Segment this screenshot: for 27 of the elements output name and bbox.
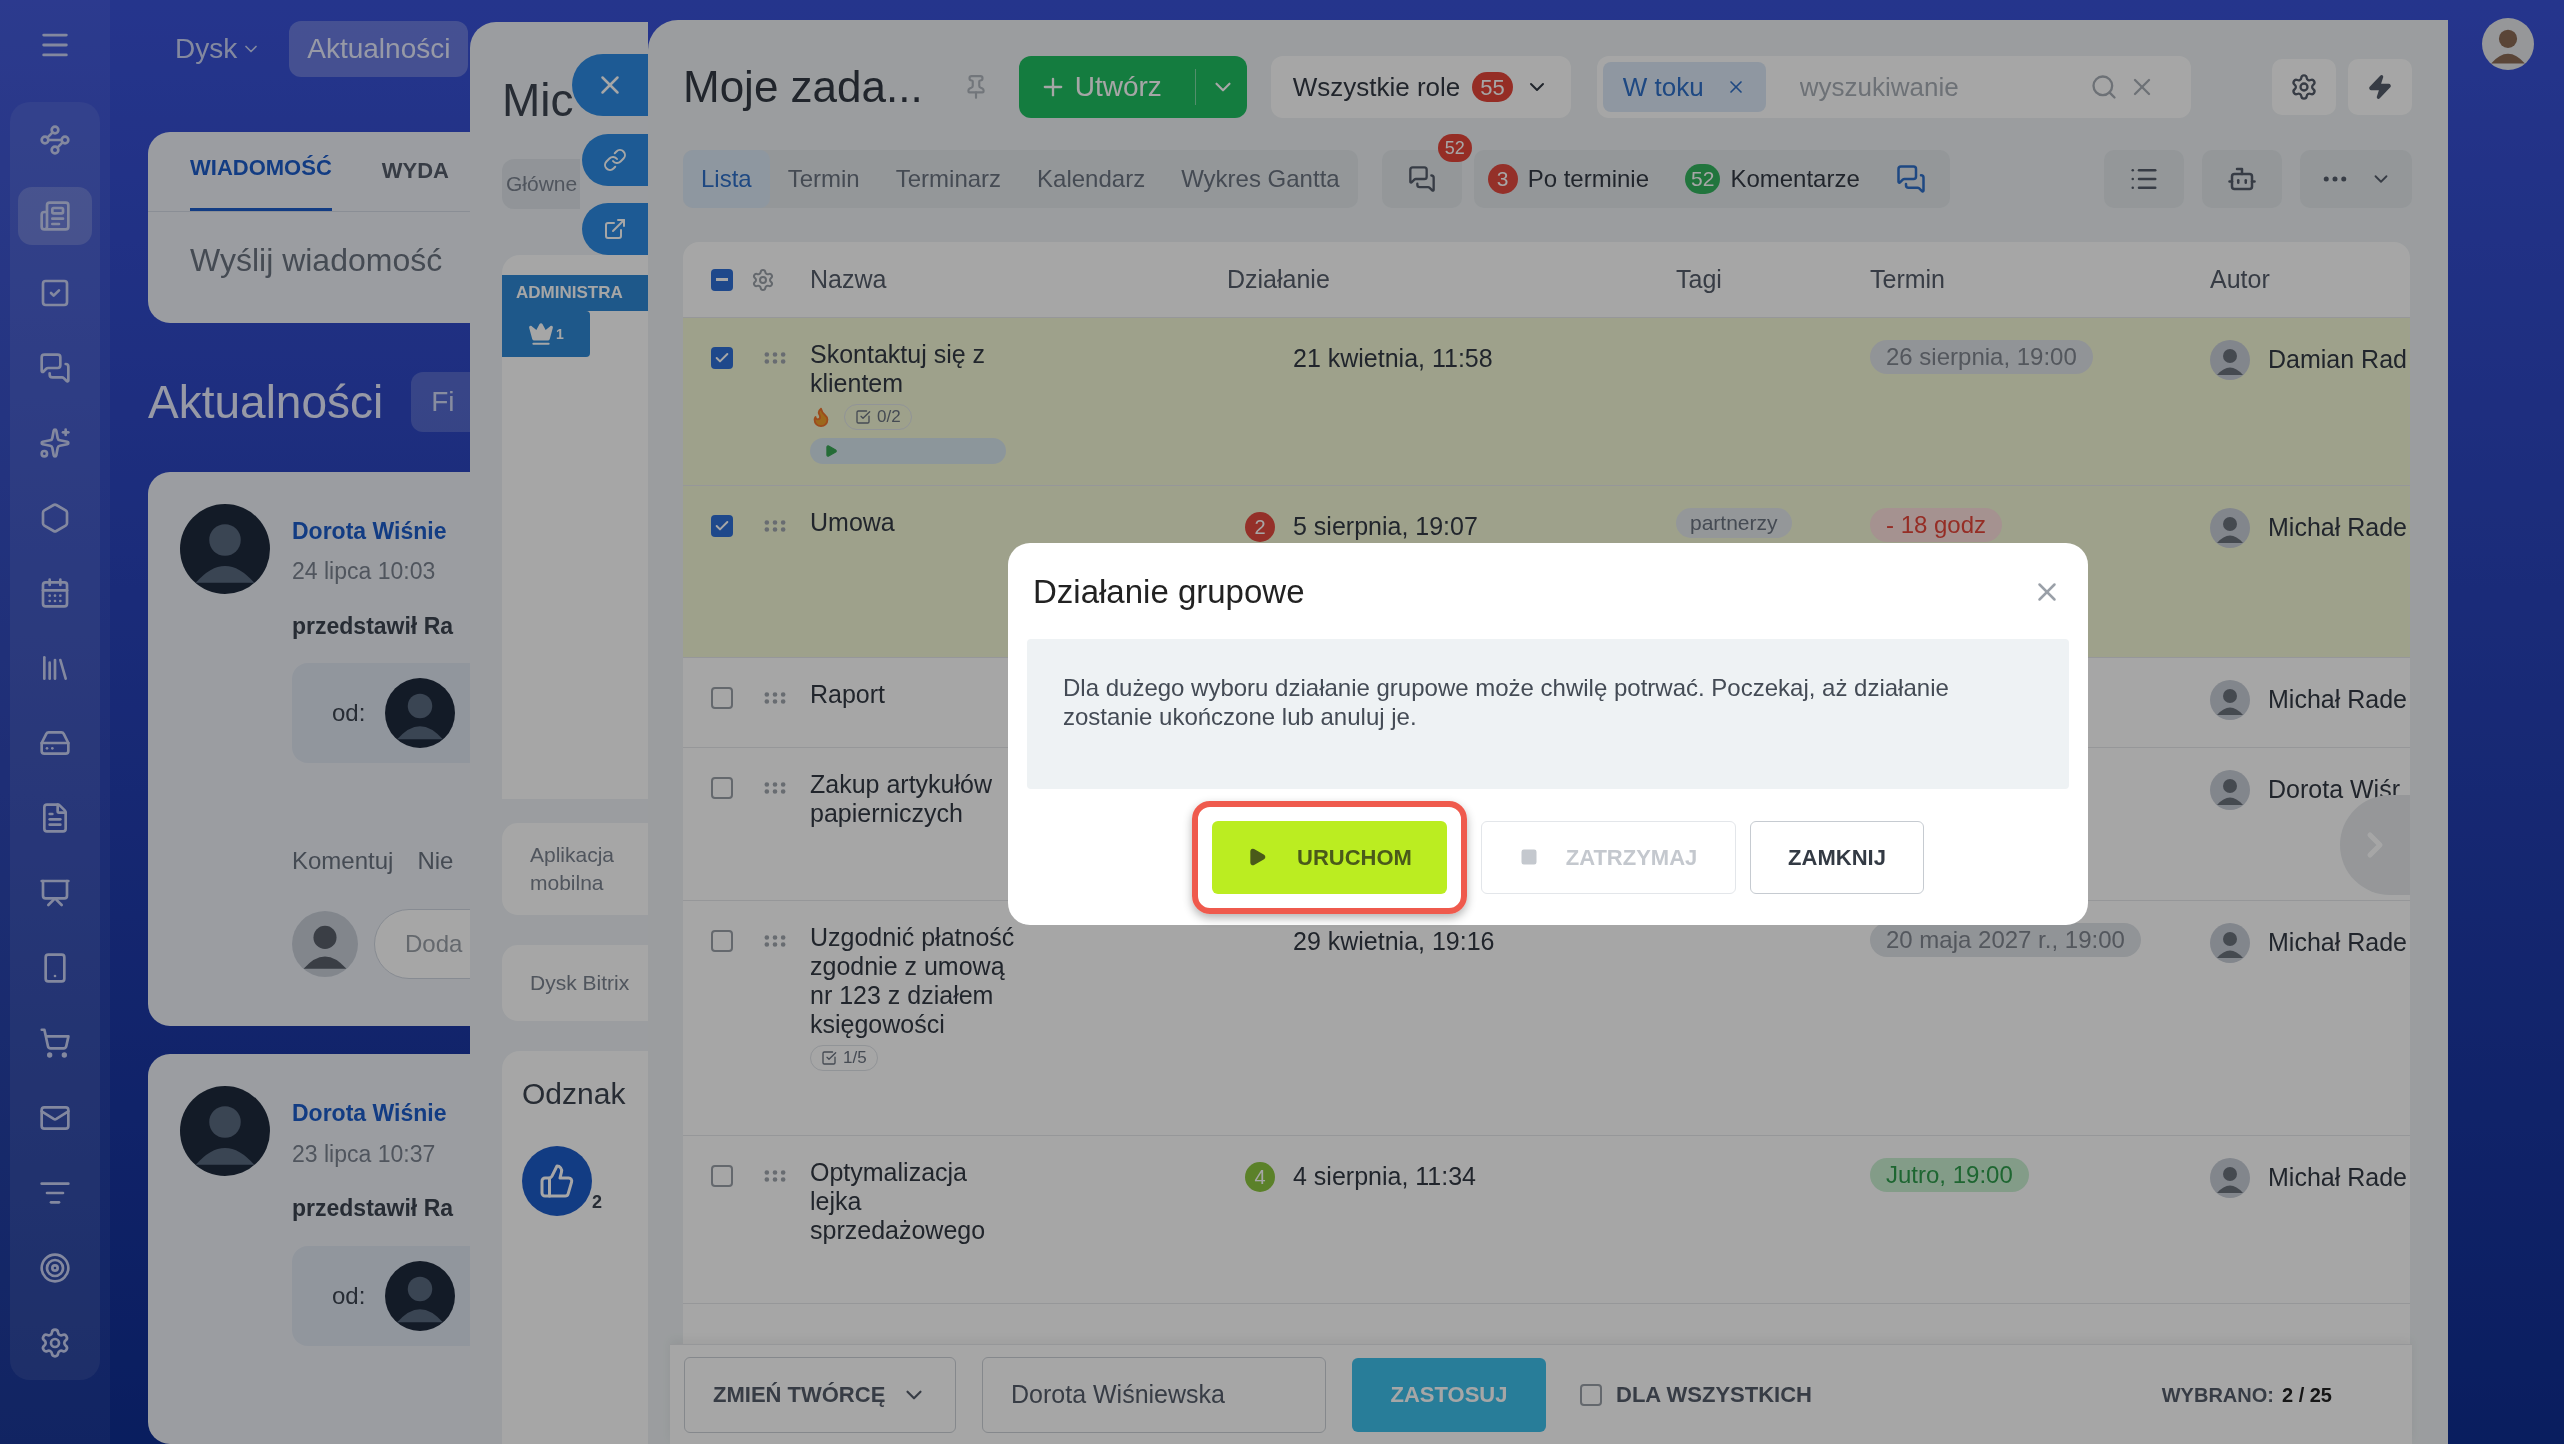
page-title: Moje zada... <box>683 61 923 113</box>
post-date: 24 lipca 10:03 <box>292 557 437 587</box>
activity-date: 4 sierpnia, 11:34 <box>1293 1161 1476 1192</box>
dialog-title: Działanie grupowe <box>1033 572 1305 612</box>
profile-title: Mic <box>502 73 574 128</box>
chat-count: 52 <box>1437 134 1472 162</box>
feed-heading: Aktualności <box>148 374 384 430</box>
activity-counter: 2 <box>1245 511 1275 542</box>
counter-count: 52 <box>1685 164 1721 194</box>
selected-label: WYBRANO: <box>2161 1382 2274 1408</box>
selected-count: 2 / 25 <box>2281 1382 2332 1408</box>
post-date: 23 lipca 10:37 <box>292 1139 437 1169</box>
roles-count: 55 <box>1472 72 1513 102</box>
crown-count: 1 <box>556 324 564 344</box>
role-ribbon: ADMINISTRA <box>502 275 648 311</box>
post-text: przedstawił Ra <box>292 611 454 641</box>
activity-date: 21 kwietnia, 11:58 <box>1293 343 1493 374</box>
post-text: przedstawił Ra <box>292 1194 454 1224</box>
activity-date: 29 kwietnia, 19:16 <box>1293 926 1495 957</box>
counter-count: 3 <box>1487 164 1518 194</box>
badges-title: Odznak <box>522 1076 626 1112</box>
from-label: od: <box>332 1280 366 1311</box>
from-label: od: <box>332 698 366 729</box>
like-count: 2 <box>592 1191 602 1214</box>
activity-counter: 4 <box>1245 1161 1275 1192</box>
activity-date: 5 sierpnia, 19:07 <box>1293 511 1478 542</box>
dialog-message: Dla dużego wyboru działanie grupowe może chwilę potrwać. Poczekaj, aż działanie zostanie ukończone lub anuluj je. <box>1063 672 1950 731</box>
